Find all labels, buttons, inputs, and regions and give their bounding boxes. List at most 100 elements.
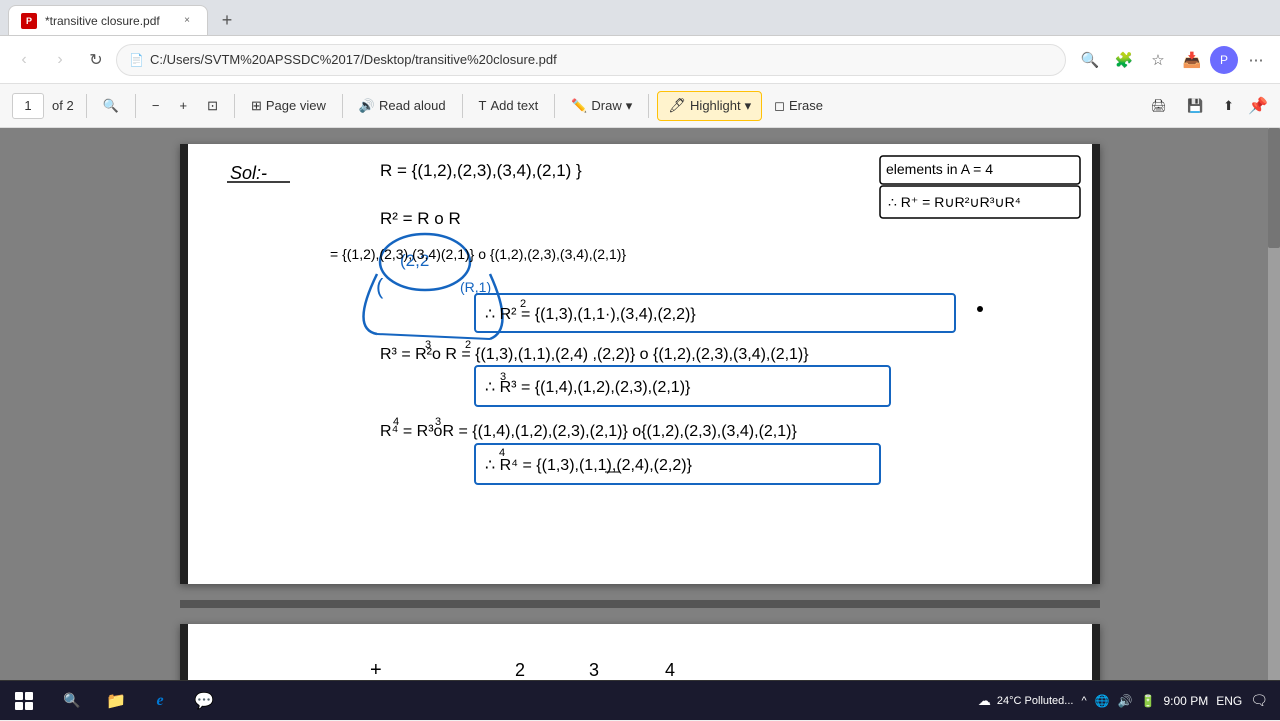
taskbar-app3[interactable]: 💬: [184, 681, 224, 721]
svg-text:(R,1): (R,1): [460, 279, 491, 295]
tab-close-button[interactable]: ×: [179, 13, 195, 29]
svg-text:2: 2: [520, 298, 526, 310]
svg-text:3: 3: [425, 339, 431, 351]
svg-text:R² = R o R: R² = R o R: [380, 209, 461, 228]
divider-2: [135, 94, 136, 118]
zoom-out-button[interactable]: −: [144, 91, 168, 121]
svg-text:elements in A = 4: elements in A = 4: [886, 161, 993, 177]
fit-page-button[interactable]: ⊡: [199, 91, 226, 121]
pdf-page-2: ∴ R + = R∪R 2 ∪R 3 ∪R 4: [180, 624, 1100, 680]
erase-label: Erase: [789, 98, 823, 113]
page-view-icon: ⊞: [251, 98, 262, 114]
network-icon: 🌐: [1095, 694, 1110, 708]
read-aloud-label: Read aloud: [379, 98, 446, 113]
file-explorer-icon: 📁: [106, 691, 126, 711]
svg-text:= {(1,2),(2,3),(3,4)(2,1)} o {: = {(1,2),(2,3),(3,4)(2,1)} o {(1,2),(2,3…: [330, 246, 626, 262]
pdf-pages-container: Sol:- R = {(1,2),(2,3),(3,4),(2,1) } ele…: [0, 128, 1280, 680]
start-button[interactable]: [0, 681, 48, 721]
time-text: 9:00 PM: [1164, 694, 1209, 708]
page-view-button[interactable]: ⊞ Page view: [243, 91, 334, 121]
pdf-toolbar: of 2 🔍 − + ⊡ ⊞ Page view 🔊 Read aloud T …: [0, 84, 1280, 128]
battery-icon: 🔋: [1141, 694, 1156, 708]
notifications-button[interactable]: 🗨: [1250, 692, 1268, 709]
add-text-button[interactable]: T Add text: [471, 91, 547, 121]
svg-text:2: 2: [465, 339, 471, 351]
forward-button[interactable]: ›: [44, 44, 76, 76]
svg-text:+: +: [370, 659, 382, 680]
taskbar: 🔍 📁 e 💬 ☁ 24°C Polluted... ^ 🌐 🔊 🔋 9:00 …: [0, 680, 1280, 720]
divider-5: [462, 94, 463, 118]
svg-text:R⁴ = R³oR = {(1,4),(1,2),(2,3): R⁴ = R³oR = {(1,4),(1,2),(2,3),(2,1)} o{…: [380, 423, 797, 440]
zoom-button[interactable]: 🔍: [1074, 44, 1106, 76]
scrollbar-thumb[interactable]: [1268, 128, 1280, 248]
share-button[interactable]: ⬆: [1215, 91, 1242, 121]
pdf-content-area: Sol:- R = {(1,2),(2,3),(3,4),(2,1) } ele…: [0, 128, 1280, 680]
svg-text:R = {(1,2),(2,3),(3,4),(2,1) }: R = {(1,2),(2,3),(3,4),(2,1) }: [380, 161, 582, 180]
page-number-input[interactable]: [12, 93, 44, 119]
svg-text:3: 3: [500, 371, 506, 383]
language-indicator[interactable]: ENG: [1216, 694, 1242, 708]
svg-text:∴ R² = {(1,3),(1,1·),(3,4),(2: ∴ R² = {(1,3),(1,1·),(3,4),(2,2)}: [485, 306, 696, 323]
new-tab-button[interactable]: +: [212, 5, 242, 35]
share-icon: ⬆: [1223, 98, 1234, 114]
page1-content: Sol:- R = {(1,2),(2,3),(3,4),(2,1) } ele…: [180, 144, 1100, 584]
back-button[interactable]: ‹: [8, 44, 40, 76]
address-bar-input[interactable]: 📄 C:/Users/SVTM%20APSSDC%2017/Desktop/tr…: [116, 44, 1066, 76]
page-separator: [180, 600, 1100, 608]
save-button[interactable]: 💾: [1179, 91, 1211, 121]
erase-icon: ◻: [774, 98, 785, 114]
divider-3: [234, 94, 235, 118]
save-icon: 💾: [1187, 98, 1203, 114]
svg-text:R³ = R²o R = {(1,3),(1,1),(2,: R³ = R²o R = {(1,3),(1,1),(2,4) ,(2,2)} …: [380, 346, 809, 363]
read-aloud-button[interactable]: 🔊 Read aloud: [351, 91, 454, 121]
page-view-label: Page view: [266, 98, 326, 113]
address-bar: ‹ › ↻ 📄 C:/Users/SVTM%20APSSDC%2017/Desk…: [0, 36, 1280, 84]
taskbar-edge[interactable]: e: [140, 681, 180, 721]
search-icon: 🔍: [63, 692, 80, 709]
svg-text:∴ R⁺ = R∪R²∪R³∪R⁴: ∴ R⁺ = R∪R²∪R³∪R⁴: [888, 194, 1021, 210]
zoom-search-button[interactable]: 🔍: [95, 91, 127, 121]
svg-text:3: 3: [589, 660, 599, 680]
print-button[interactable]: 🖨: [1142, 91, 1175, 121]
page-total: of 2: [52, 98, 74, 113]
pin-button[interactable]: 📌: [1248, 96, 1268, 116]
svg-text:∴ R⁴ = {(1,3),(1,1),(2,4),(2,2: ∴ R⁴ = {(1,3),(1,1),(2,4),(2,2)}: [485, 457, 693, 474]
extensions-button[interactable]: 🧩: [1108, 44, 1140, 76]
volume-icon: 🔊: [1118, 694, 1133, 708]
tray-expand[interactable]: ^: [1081, 695, 1086, 707]
favorites-button[interactable]: ☆: [1142, 44, 1174, 76]
draw-dropdown-icon: ▾: [626, 98, 633, 114]
collections-button[interactable]: 📥: [1176, 44, 1208, 76]
taskbar-system-tray: ☁ 24°C Polluted... ^ 🌐 🔊 🔋 9:00 PM ENG 🗨: [966, 692, 1280, 709]
highlight-dropdown-icon: ▾: [745, 98, 752, 114]
taskbar-file-explorer[interactable]: 📁: [96, 681, 136, 721]
refresh-button[interactable]: ↻: [80, 44, 112, 76]
vertical-scrollbar[interactable]: [1268, 128, 1280, 680]
svg-text:4: 4: [393, 416, 399, 428]
read-aloud-icon: 🔊: [359, 98, 375, 114]
divider-1: [86, 94, 87, 118]
highlight-button[interactable]: 🖊 Highlight ▾: [657, 91, 762, 121]
tab-favicon: P: [21, 13, 37, 29]
zoom-in-icon: +: [179, 98, 187, 113]
page2-content: ∴ R + = R∪R 2 ∪R 3 ∪R 4: [180, 624, 1100, 680]
zoom-in-button[interactable]: +: [171, 91, 195, 121]
erase-button[interactable]: ◻ Erase: [766, 91, 831, 121]
svg-text:3: 3: [435, 416, 441, 428]
svg-text:4: 4: [665, 660, 675, 680]
more-button[interactable]: ⋯: [1240, 44, 1272, 76]
svg-text:Sol:-: Sol:-: [230, 163, 267, 183]
taskbar-search[interactable]: 🔍: [52, 681, 92, 721]
print-icon: 🖨: [1150, 98, 1167, 114]
pdf-page-1: Sol:- R = {(1,2),(2,3),(3,4),(2,1) } ele…: [180, 144, 1100, 584]
draw-button[interactable]: ✏️ Draw ▾: [563, 91, 640, 121]
clock[interactable]: 9:00 PM: [1164, 694, 1209, 708]
fit-icon: ⊡: [207, 98, 218, 114]
browser-toolbar-right: 🔍 🧩 ☆ 📥 P ⋯: [1074, 44, 1272, 76]
profile-button[interactable]: P: [1210, 46, 1238, 74]
file-icon: 📄: [129, 53, 144, 67]
tab-bar: P *transitive closure.pdf × +: [0, 0, 1280, 36]
active-tab[interactable]: P *transitive closure.pdf ×: [8, 5, 208, 35]
edge-icon: e: [156, 692, 163, 710]
zoom-out-icon: −: [152, 98, 160, 113]
